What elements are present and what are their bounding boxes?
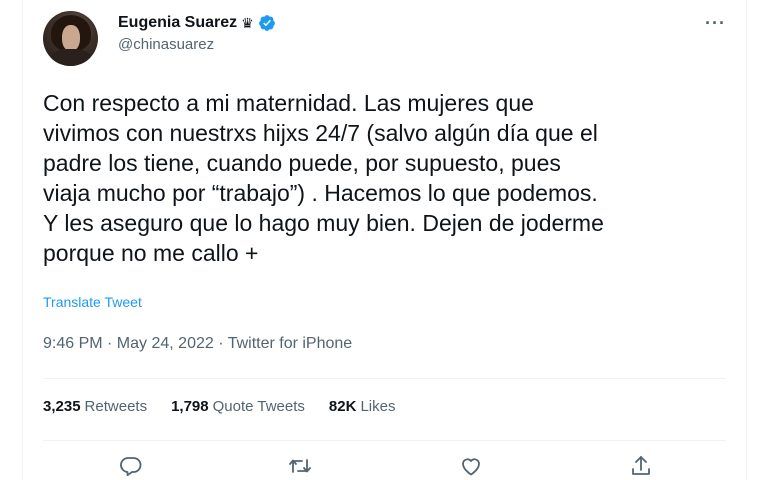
tweet-card: Eugenia Suarez ♛ @chinasuarez ··· Con re… [22, 0, 747, 480]
retweets-stat[interactable]: 3,235 Retweets [43, 398, 147, 415]
quote-tweets-stat[interactable]: 1,798 Quote Tweets [171, 398, 305, 415]
divider [43, 378, 726, 379]
verified-badge-icon [258, 14, 276, 32]
reply-button[interactable] [119, 454, 143, 478]
retweet-icon [289, 459, 311, 473]
tweet-text: Con respecto a mi maternidad. Las mujere… [43, 90, 604, 266]
reply-icon [120, 457, 142, 477]
share-button[interactable] [629, 454, 653, 478]
tweet-timestamp[interactable]: 9:46 PM · May 24, 2022 · Twitter for iPh… [43, 335, 352, 353]
likes-stat[interactable]: 82K Likes [329, 398, 396, 415]
retweet-button[interactable] [288, 454, 312, 478]
likes-count: 82K [328, 398, 357, 415]
retweets-count: 3,235 [43, 398, 81, 415]
more-options-icon[interactable]: ··· [705, 14, 726, 32]
retweets-label: Retweets [84, 398, 148, 415]
avatar-body [51, 49, 91, 66]
share-icon [632, 456, 650, 475]
divider [43, 440, 726, 441]
like-button[interactable] [459, 454, 483, 478]
action-bar [23, 450, 746, 480]
quote-tweets-label: Quote Tweets [212, 398, 305, 415]
avatar-face [62, 25, 80, 51]
quote-tweets-count: 1,798 [171, 398, 209, 415]
crown-icon: ♛ [241, 15, 254, 31]
author-name-row[interactable]: Eugenia Suarez ♛ [118, 12, 276, 34]
translate-tweet-link[interactable]: Translate Tweet [43, 294, 142, 310]
author-handle[interactable]: @chinasuarez [118, 36, 214, 53]
heart-icon [462, 458, 480, 476]
author-display-name[interactable]: Eugenia Suarez [118, 14, 237, 32]
avatar[interactable] [43, 11, 98, 66]
likes-label: Likes [360, 398, 396, 415]
engagement-stats: 3,235 Retweets 1,798 Quote Tweets 82K Likes [43, 398, 395, 415]
